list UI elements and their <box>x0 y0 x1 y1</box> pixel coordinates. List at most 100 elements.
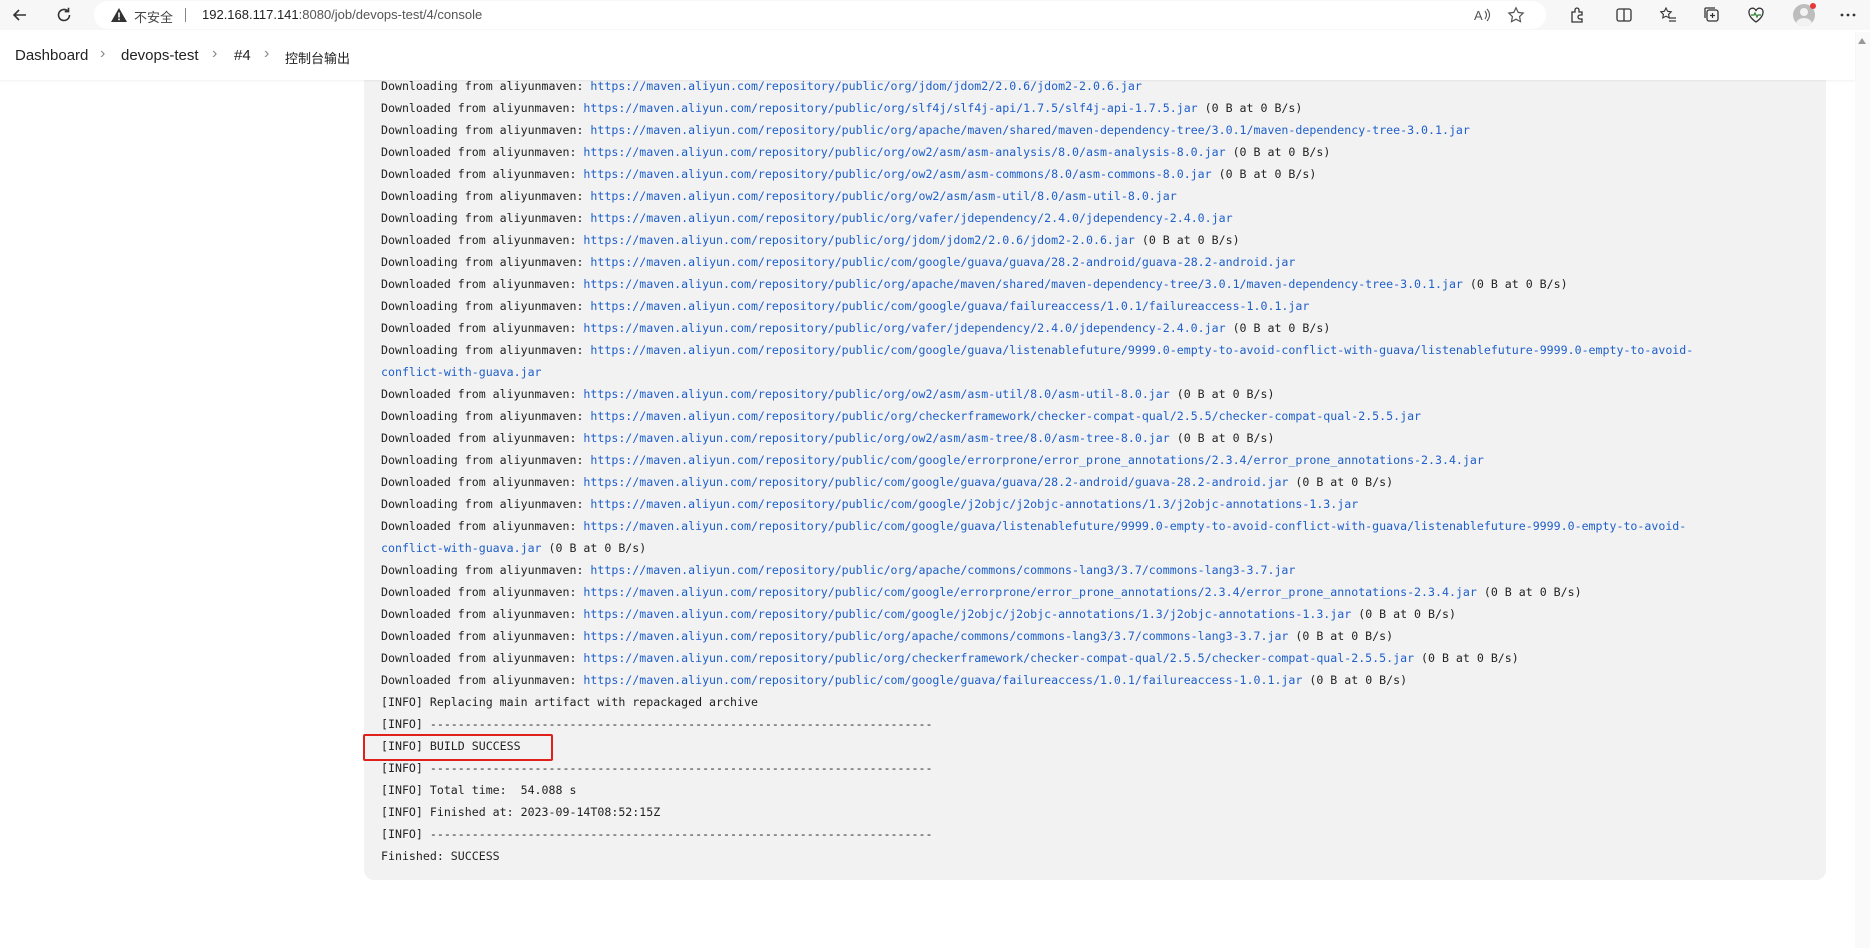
artifact-link[interactable]: https://maven.aliyun.com/repository/publ… <box>590 123 1469 137</box>
console-line: Finished: SUCCESS <box>381 845 1821 867</box>
console-line-text: Downloading from aliyunmaven: <box>381 211 591 225</box>
artifact-link[interactable]: https://maven.aliyun.com/repository/publ… <box>583 519 1686 533</box>
console-line: [INFO] Replacing main artifact with repa… <box>381 691 1821 713</box>
console-line-text: Downloaded from aliyunmaven: <box>381 145 584 159</box>
console-line: conflict-with-guava.jar (0 B at 0 B/s) <box>381 537 1821 559</box>
console-line-text: Downloaded from aliyunmaven: <box>381 321 584 335</box>
artifact-link[interactable]: https://maven.aliyun.com/repository/publ… <box>590 189 1176 203</box>
console-log: Downloading from aliyunmaven: https://ma… <box>381 75 1821 867</box>
chevron-right-icon: › <box>100 45 106 62</box>
read-aloud-icon[interactable]: A <box>1472 5 1492 25</box>
artifact-link[interactable]: https://maven.aliyun.com/repository/publ… <box>583 585 1476 599</box>
breadcrumb-build[interactable]: #4 <box>234 47 251 64</box>
artifact-link[interactable]: https://maven.aliyun.com/repository/publ… <box>583 431 1169 445</box>
artifact-link[interactable]: https://maven.aliyun.com/repository/publ… <box>590 255 1295 269</box>
console-line-text: Downloaded from aliyunmaven: <box>381 233 584 247</box>
browser-toolbar: 不安全 192.168.117.141:8080/job/devops-test… <box>0 0 1870 30</box>
collections-icon[interactable] <box>1701 4 1723 26</box>
artifact-link[interactable]: https://maven.aliyun.com/repository/publ… <box>583 167 1211 181</box>
download-speed-text: (0 B at 0 B/s) <box>1462 277 1568 291</box>
console-line-text: [INFO] ---------------------------------… <box>381 761 933 775</box>
breadcrumb-console-output[interactable]: 控制台输出 <box>285 48 350 67</box>
artifact-link[interactable]: https://maven.aliyun.com/repository/publ… <box>590 453 1483 467</box>
address-bar[interactable]: 不安全 192.168.117.141:8080/job/devops-test… <box>94 1 1546 29</box>
console-line-text: Downloaded from aliyunmaven: <box>381 607 584 621</box>
breadcrumb-dashboard[interactable]: Dashboard <box>15 47 88 64</box>
console-line: Downloading from aliyunmaven: https://ma… <box>381 251 1821 273</box>
console-line-text: Downloaded from aliyunmaven: <box>381 673 584 687</box>
download-speed-text: (0 B at 0 B/s) <box>1414 651 1519 665</box>
console-line: Downloading from aliyunmaven: https://ma… <box>381 185 1821 207</box>
console-line-text: Downloaded from aliyunmaven: <box>381 101 584 115</box>
console-line-text: [INFO] Total time: 54.088 s <box>381 783 577 797</box>
favorites-list-icon[interactable] <box>1657 4 1679 26</box>
artifact-link[interactable]: https://maven.aliyun.com/repository/publ… <box>590 497 1358 511</box>
console-line: Downloaded from aliyunmaven: https://mav… <box>381 603 1821 625</box>
artifact-link[interactable]: https://maven.aliyun.com/repository/publ… <box>590 79 1141 93</box>
artifact-link[interactable]: conflict-with-guava.jar <box>381 541 542 555</box>
console-line: Downloaded from aliyunmaven: https://mav… <box>381 97 1821 119</box>
artifact-link[interactable]: https://maven.aliyun.com/repository/publ… <box>583 607 1351 621</box>
artifact-link[interactable]: https://maven.aliyun.com/repository/publ… <box>583 629 1288 643</box>
refresh-icon[interactable] <box>52 3 76 27</box>
console-line: Downloaded from aliyunmaven: https://mav… <box>381 317 1821 339</box>
console-line: conflict-with-guava.jar <box>381 361 1821 383</box>
console-line-text: [INFO] ---------------------------------… <box>381 827 933 841</box>
console-line-text: Downloading from aliyunmaven: <box>381 123 591 137</box>
artifact-link[interactable]: conflict-with-guava.jar <box>381 365 542 379</box>
console-line-text: Downloading from aliyunmaven: <box>381 343 591 357</box>
console-line: Downloaded from aliyunmaven: https://mav… <box>381 141 1821 163</box>
console-line-text: Downloading from aliyunmaven: <box>381 497 591 511</box>
console-line-text: [INFO] Finished at: 2023-09-14T08:52:15Z <box>381 805 661 819</box>
favorite-star-icon[interactable] <box>1506 5 1526 25</box>
extensions-icon[interactable] <box>1566 4 1588 26</box>
console-line: Downloading from aliyunmaven: https://ma… <box>381 295 1821 317</box>
artifact-link[interactable]: https://maven.aliyun.com/repository/publ… <box>590 409 1421 423</box>
avatar-head <box>1800 8 1808 16</box>
address-divider <box>185 8 186 22</box>
artifact-link[interactable]: https://maven.aliyun.com/repository/publ… <box>583 233 1134 247</box>
back-arrow-icon[interactable] <box>8 3 32 27</box>
console-line-text: Downloaded from aliyunmaven: <box>381 167 584 181</box>
artifact-link[interactable]: https://maven.aliyun.com/repository/publ… <box>590 563 1295 577</box>
download-speed-text: (0 B at 0 B/s) <box>1351 607 1456 621</box>
browser-essentials-icon[interactable] <box>1745 4 1767 26</box>
console-line-text: Downloaded from aliyunmaven: <box>381 519 584 533</box>
notification-dot-icon <box>1810 3 1816 9</box>
artifact-link[interactable]: https://maven.aliyun.com/repository/publ… <box>583 475 1288 489</box>
artifact-link[interactable]: https://maven.aliyun.com/repository/publ… <box>590 299 1309 313</box>
console-line-text: Downloading from aliyunmaven: <box>381 189 591 203</box>
more-options-icon[interactable] <box>1837 4 1859 26</box>
download-speed-text: (0 B at 0 B/s) <box>1169 387 1275 401</box>
artifact-link[interactable]: https://maven.aliyun.com/repository/publ… <box>583 101 1197 115</box>
console-line: Downloading from aliyunmaven: https://ma… <box>381 559 1821 581</box>
download-speed-text: (0 B at 0 B/s) <box>1225 145 1331 159</box>
download-speed-text: (0 B at 0 B/s) <box>1211 167 1317 181</box>
artifact-link[interactable]: https://maven.aliyun.com/repository/publ… <box>583 673 1302 687</box>
console-line-text: Downloading from aliyunmaven: <box>381 79 591 93</box>
artifact-link[interactable]: https://maven.aliyun.com/repository/publ… <box>583 387 1169 401</box>
breadcrumb-job[interactable]: devops-test <box>121 47 199 64</box>
artifact-link[interactable]: https://maven.aliyun.com/repository/publ… <box>583 145 1225 159</box>
build-success-highlight-box <box>363 734 553 761</box>
console-line: Downloaded from aliyunmaven: https://mav… <box>381 427 1821 449</box>
download-speed-text: (0 B at 0 B/s) <box>1288 629 1394 643</box>
console-line-text: [INFO] Replacing main artifact with repa… <box>381 695 758 709</box>
download-speed-text: (0 B at 0 B/s) <box>541 541 647 555</box>
download-speed-text: (0 B at 0 B/s) <box>1302 673 1408 687</box>
artifact-link[interactable]: https://maven.aliyun.com/repository/publ… <box>583 651 1414 665</box>
url-text[interactable]: 192.168.117.141:8080/job/devops-test/4/c… <box>202 7 482 22</box>
console-line-text: Downloaded from aliyunmaven: <box>381 585 584 599</box>
page-scrollbar[interactable] <box>1855 32 1870 948</box>
scroll-up-arrow-icon[interactable] <box>1858 38 1866 44</box>
console-line-text: Downloading from aliyunmaven: <box>381 255 591 269</box>
split-screen-icon[interactable] <box>1613 4 1635 26</box>
artifact-link[interactable]: https://maven.aliyun.com/repository/publ… <box>583 321 1225 335</box>
download-speed-text: (0 B at 0 B/s) <box>1134 233 1240 247</box>
console-line-text: Downloading from aliyunmaven: <box>381 299 591 313</box>
artifact-link[interactable]: https://maven.aliyun.com/repository/publ… <box>590 211 1232 225</box>
artifact-link[interactable]: https://maven.aliyun.com/repository/publ… <box>583 277 1462 291</box>
artifact-link[interactable]: https://maven.aliyun.com/repository/publ… <box>590 343 1693 357</box>
insecure-label[interactable]: 不安全 <box>134 7 173 26</box>
console-line: Downloaded from aliyunmaven: https://mav… <box>381 669 1821 691</box>
